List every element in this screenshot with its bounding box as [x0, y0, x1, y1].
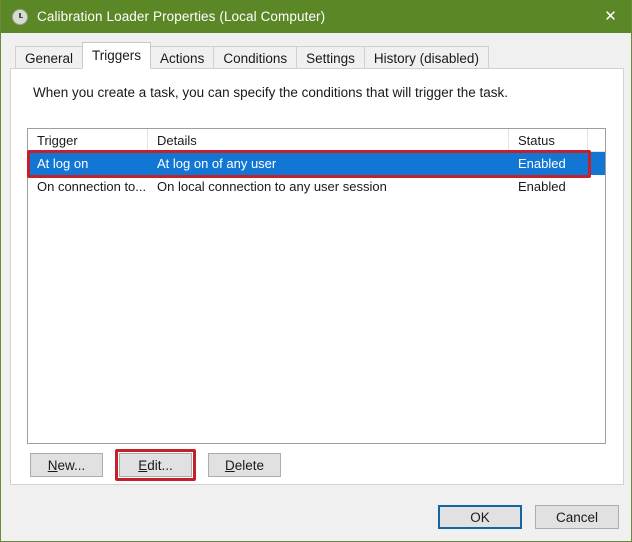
tab-history[interactable]: History (disabled) [363, 46, 489, 69]
column-header-details[interactable]: Details [148, 129, 509, 152]
cell-status: Enabled [518, 156, 566, 171]
cell-filler [588, 175, 605, 198]
tab-settings[interactable]: Settings [296, 46, 365, 69]
tab-actions[interactable]: Actions [150, 46, 215, 69]
tab-triggers[interactable]: Triggers [82, 42, 152, 69]
clock-icon [12, 8, 28, 25]
cell-details: On local connection to any user session [157, 179, 387, 194]
cell-trigger: At log on [37, 156, 89, 171]
column-header-trigger[interactable]: Trigger [28, 129, 148, 152]
close-icon[interactable]: ✕ [588, 0, 631, 33]
table-row[interactable]: At log on At log on of any user Enabled [28, 152, 605, 175]
panel-description: When you create a task, you can specify … [33, 85, 508, 100]
triggers-list[interactable]: Trigger Details Status At log on At log … [27, 128, 606, 444]
title-bar: Calibration Loader Properties (Local Com… [1, 0, 631, 33]
new-button-label: ew... [57, 457, 86, 473]
cell-details: At log on of any user [157, 156, 277, 171]
edit-button[interactable]: Edit... [119, 453, 192, 477]
cancel-button[interactable]: Cancel [535, 505, 619, 529]
window-title: Calibration Loader Properties (Local Com… [37, 9, 326, 24]
edit-button-accel: E [138, 457, 148, 473]
new-button[interactable]: New... [30, 453, 103, 477]
column-header-filler [588, 129, 605, 152]
cell-trigger: On connection to... [37, 179, 147, 194]
delete-button[interactable]: Delete [208, 453, 281, 477]
list-header-row: Trigger Details Status [28, 129, 605, 152]
tab-strip: General Triggers Actions Conditions Sett… [1, 33, 631, 69]
triggers-panel: When you create a task, you can specify … [10, 68, 624, 485]
delete-button-accel: D [224, 457, 235, 473]
cell-status: Enabled [518, 179, 566, 194]
tab-general[interactable]: General [15, 46, 84, 69]
edit-button-label: dit... [147, 457, 173, 473]
table-row[interactable]: On connection to... On local connection … [28, 175, 605, 198]
tab-conditions[interactable]: Conditions [213, 46, 298, 69]
ok-button[interactable]: OK [438, 505, 522, 529]
delete-button-label: elete [234, 457, 265, 473]
cell-filler [588, 152, 605, 175]
properties-dialog-window: Calibration Loader Properties (Local Com… [0, 0, 632, 542]
column-header-status[interactable]: Status [509, 129, 588, 152]
